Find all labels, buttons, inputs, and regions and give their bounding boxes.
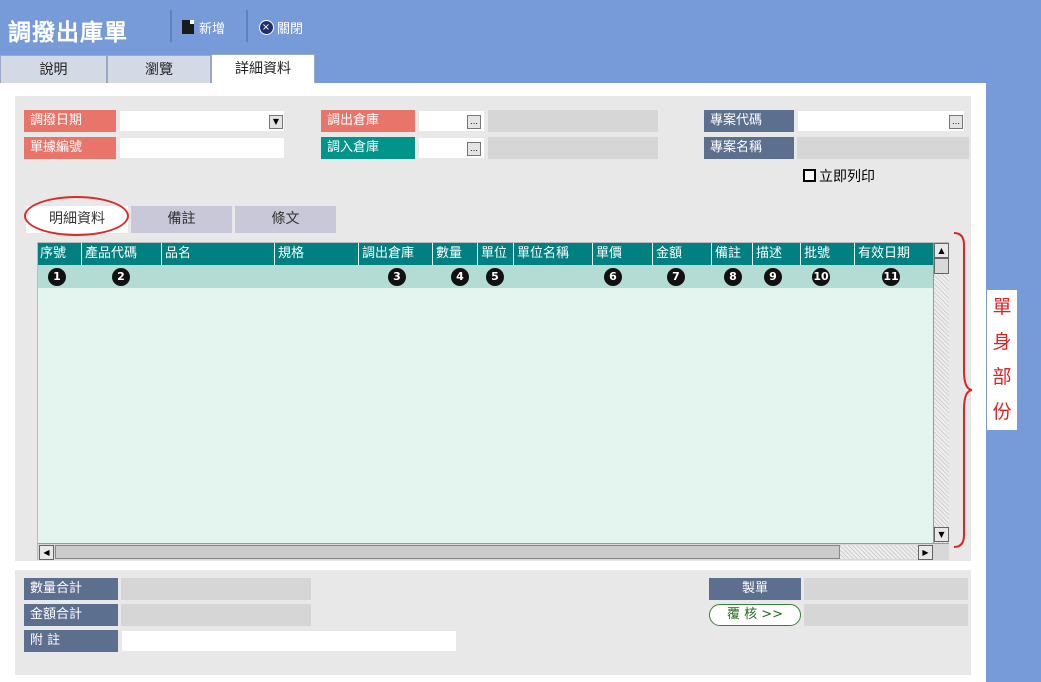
body-section-char: 身 [992, 331, 1012, 353]
column-header[interactable]: 批號 [802, 243, 855, 265]
detail-form: 調撥日期 ▼ 調出倉庫 … 專案代碼 … 單據編號 調入倉庫 … 專案名稱 立即… [15, 96, 971, 561]
maker-value [804, 578, 968, 600]
out-warehouse-lookup-button[interactable]: … [467, 115, 481, 129]
tab-line-details[interactable]: 明細資料 [26, 206, 128, 233]
brace-icon [953, 232, 973, 548]
body-section-char: 份 [992, 401, 1012, 423]
tab-browse[interactable]: 瀏覽 [107, 55, 211, 83]
column-header[interactable]: 有效日期 [856, 243, 933, 265]
column-header[interactable]: 序號 [38, 243, 82, 265]
scroll-up-icon[interactable]: ▲ [934, 243, 949, 258]
column-header[interactable]: 單位 [479, 243, 514, 265]
chevron-down-icon[interactable]: ▼ [269, 115, 283, 129]
project-code-input[interactable] [797, 110, 965, 132]
transfer-date-select[interactable] [119, 110, 285, 132]
qty-total-value [121, 578, 311, 600]
in-warehouse-lookup-button[interactable]: … [467, 142, 481, 156]
callout-number: 11 [882, 268, 900, 286]
column-header[interactable]: 數量 [434, 243, 478, 265]
new-document-icon [180, 19, 196, 35]
summary-footer: 數量合計 金額合計 附 註 製單 覆 核 >> [15, 570, 971, 675]
body-section-label: 單 身 部 份 [987, 290, 1017, 430]
note-label: 附 註 [24, 630, 118, 652]
callout-number: 4 [451, 268, 469, 286]
transfer-date-label: 調撥日期 [24, 110, 116, 132]
tab-terms[interactable]: 條文 [235, 206, 336, 233]
column-header[interactable]: 調出倉庫 [360, 243, 433, 265]
column-header[interactable]: 金額 [654, 243, 712, 265]
review-button[interactable]: 覆 核 >> [709, 604, 801, 626]
maker-label: 製單 [709, 578, 801, 600]
project-code-lookup-button[interactable]: … [949, 115, 963, 129]
amount-total-value [121, 604, 311, 626]
scroll-thumb[interactable] [934, 258, 949, 274]
column-header[interactable]: 備註 [713, 243, 753, 265]
close-button-label: 關閉 [277, 21, 304, 37]
out-warehouse-name [488, 110, 658, 132]
doc-number-input[interactable] [119, 137, 285, 159]
qty-total-label: 數量合計 [24, 578, 118, 600]
project-name-value [797, 137, 969, 159]
detail-grid[interactable]: 序號 產品代碼 品名 規格 調出倉庫 數量 單位 單位名稱 單價 金額 備註 描… [37, 242, 949, 560]
toolbar-separator [170, 10, 172, 42]
amount-total-label: 金額合計 [24, 604, 118, 626]
doc-number-label: 單據編號 [24, 137, 116, 159]
column-header[interactable]: 產品代碼 [83, 243, 162, 265]
body-section-char: 部 [992, 366, 1012, 388]
column-header[interactable]: 描述 [754, 243, 801, 265]
callout-number: 9 [764, 268, 782, 286]
horizontal-scrollbar[interactable]: ◀ ▶ [38, 543, 949, 560]
scroll-right-icon[interactable]: ▶ [918, 545, 933, 560]
callout-number: 1 [48, 268, 66, 286]
toolbar-separator [246, 10, 248, 42]
new-button-label: 新增 [199, 21, 226, 37]
column-header[interactable]: 規格 [276, 243, 359, 265]
scroll-down-icon[interactable]: ▼ [934, 527, 949, 542]
tab-description[interactable]: 說明 [0, 55, 107, 83]
column-header[interactable]: 品名 [163, 243, 275, 265]
reviewer-value [804, 604, 968, 626]
note-input[interactable] [121, 630, 457, 652]
in-warehouse-label: 調入倉庫 [321, 137, 415, 159]
main-panel: 調撥日期 ▼ 調出倉庫 … 專案代碼 … 單據編號 調入倉庫 … 專案名稱 立即… [0, 83, 986, 682]
tab-details[interactable]: 詳細資料 [211, 54, 315, 84]
column-header[interactable]: 單位名稱 [515, 243, 593, 265]
body-section-char: 單 [992, 296, 1012, 318]
callout-number: 2 [112, 268, 130, 286]
vertical-scrollbar[interactable]: ▲ ▼ [933, 243, 949, 543]
tab-remarks[interactable]: 備註 [131, 206, 232, 233]
callout-number: 6 [604, 268, 622, 286]
close-icon: × [258, 19, 274, 35]
out-warehouse-label: 調出倉庫 [321, 110, 415, 132]
scroll-left-icon[interactable]: ◀ [39, 545, 54, 560]
window-title: 調撥出庫單 [8, 20, 128, 46]
print-now-checkbox[interactable] [803, 169, 816, 182]
callout-number: 3 [388, 268, 406, 286]
callout-number: 7 [667, 268, 685, 286]
column-header[interactable]: 單價 [594, 243, 653, 265]
callout-number: 8 [724, 268, 742, 286]
in-warehouse-name [488, 137, 658, 159]
scroll-track[interactable] [840, 545, 930, 559]
scroll-thumb[interactable] [55, 545, 840, 559]
project-name-label: 專案名稱 [704, 137, 794, 159]
close-button[interactable]: × 關閉 [258, 17, 303, 37]
callout-number: 10 [812, 268, 830, 286]
project-code-label: 專案代碼 [704, 110, 794, 132]
page-tab-bar: 說明 瀏覽 詳細資料 [0, 52, 986, 84]
grid-header: 序號 產品代碼 品名 規格 調出倉庫 數量 單位 單位名稱 單價 金額 備註 描… [38, 243, 933, 265]
title-bar: 調撥出庫單 新增 × 關閉 [0, 0, 1041, 52]
new-button[interactable]: 新增 [180, 17, 225, 37]
callout-number: 5 [486, 268, 504, 286]
print-now-label: 立即列印 [819, 169, 875, 185]
